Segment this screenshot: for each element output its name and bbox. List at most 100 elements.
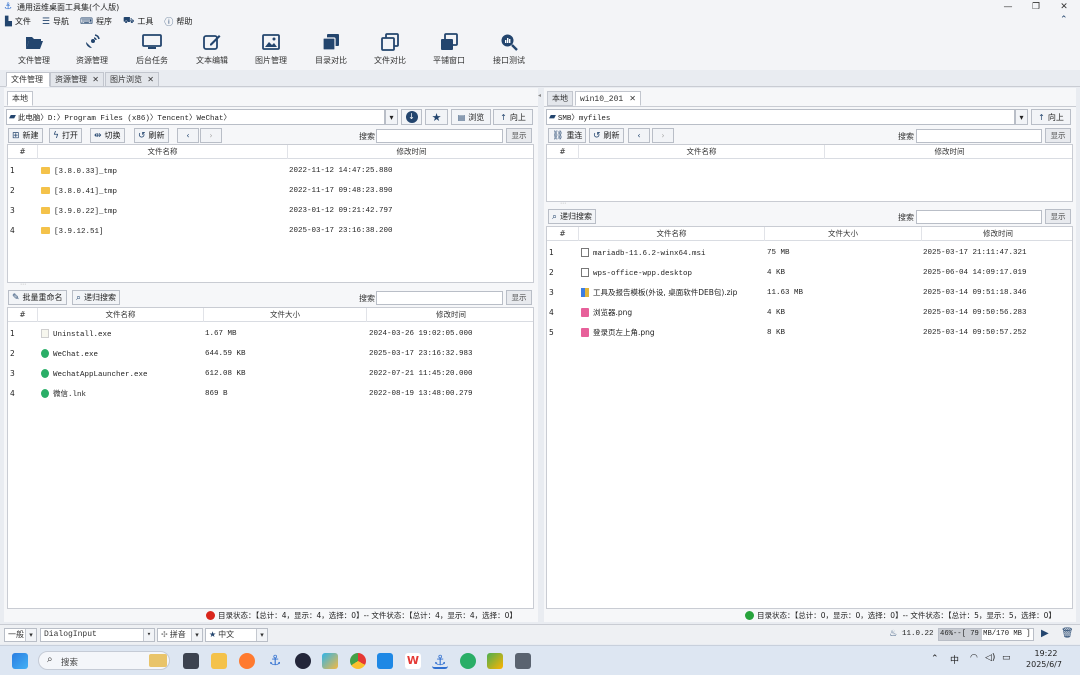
batch-rename-button[interactable]: ✎ 批量重命名 (8, 290, 67, 305)
left-path-bar[interactable]: ▰ 此电脑〉D:〉Program Files (x86)〉Tencent〉WeC… (6, 109, 385, 125)
trash-icon[interactable]: 🗑 (1061, 628, 1074, 639)
open-button[interactable]: ϟ 打开 (49, 128, 82, 143)
input-type-select[interactable]: DialogInput ▾ (40, 628, 155, 642)
right-tab-local[interactable]: 本地 (547, 91, 573, 106)
wps-icon[interactable]: W (405, 653, 421, 669)
column-header[interactable]: 修改时间 (825, 145, 1072, 159)
windows-start-icon[interactable] (12, 653, 28, 669)
close-tab-icon[interactable]: ✕ (629, 92, 636, 105)
reconnect-button[interactable]: ⛓ 重连 (548, 128, 587, 143)
column-header[interactable]: 文件名称 (38, 308, 204, 322)
recursive-search-button[interactable]: ⌕ 递归搜索 (548, 209, 597, 224)
menu-help[interactable]: ⓘ 帮助 (164, 15, 192, 28)
file-explorer-icon[interactable] (211, 653, 227, 669)
toolbar-text-editor[interactable]: 文本编辑 (184, 33, 240, 67)
up-button[interactable]: ↑ 向上 (1031, 109, 1071, 125)
table-row[interactable]: 4 微信.lnk 869 B 2022-08-19 13:48:00.279 (8, 384, 533, 404)
recursive-search-button[interactable]: ⌕ 递归搜索 (72, 290, 121, 305)
language-select[interactable]: ★ 中文 ▾ (205, 628, 268, 642)
column-header[interactable]: # (547, 145, 579, 159)
toolbar-tile-windows[interactable]: 平铺窗口 (421, 33, 477, 67)
chevron-up-icon[interactable]: ⌃ (931, 654, 939, 664)
column-header[interactable]: # (8, 145, 38, 159)
table-row[interactable]: 3 工具及报告模板(外设, 桌面软件DEB包).zip 11.63 MB 202… (547, 283, 1072, 303)
firefox-icon[interactable] (239, 653, 255, 669)
splitter-handle[interactable]: ⋯ (560, 201, 566, 207)
new-button[interactable]: ⊞ 新建 (8, 128, 43, 143)
collapse-ribbon-icon[interactable]: ⌃ (1060, 15, 1068, 25)
file-search-input[interactable] (916, 210, 1042, 224)
back-button[interactable]: ‹ (177, 128, 199, 143)
battery-icon[interactable]: ▭ (1002, 653, 1011, 663)
toolbar-background-tasks[interactable]: 后台任务 (124, 33, 180, 67)
play-icon[interactable]: ▶ (1041, 628, 1049, 639)
forward-button[interactable]: › (200, 128, 222, 143)
tab-file-manager[interactable]: 文件管理 (6, 72, 50, 87)
task-view-icon[interactable] (183, 653, 199, 669)
download-button[interactable]: ↓ (401, 109, 422, 125)
anchor-app-icon[interactable]: ⚓ (267, 653, 283, 669)
column-header[interactable]: 修改时间 (288, 145, 533, 159)
table-row[interactable]: 4 浏览器.png 4 KB 2025-03-14 09:50:56.283 (547, 303, 1072, 323)
maximize-button[interactable]: ❐ (1022, 0, 1050, 14)
left-tab-local[interactable]: 本地 (7, 91, 33, 106)
table-row[interactable]: 1 Uninstall.exe 1.67 MB 2024-03-26 19:02… (8, 324, 533, 344)
table-row[interactable]: 3 [3.9.0.22]_tmp 2023-01-12 09:21:42.797 (8, 201, 533, 221)
close-tab-icon[interactable]: ✕ (147, 73, 154, 86)
table-row[interactable]: 2 wps-office-wpp.desktop 4 KB 2025-06-04… (547, 263, 1072, 283)
memory-bar[interactable]: 46%--[ 79 MB/170 MB ] (938, 628, 1034, 641)
toolbar-file-manager[interactable]: 文件管理 (6, 33, 62, 67)
up-button[interactable]: ↑ 向上 (493, 109, 533, 125)
input-mode-select[interactable]: ✣ 拼音 ▾ (157, 628, 203, 642)
menu-tools[interactable]: ⛟ 工具 (123, 16, 153, 27)
close-button[interactable]: ✕ (1050, 0, 1078, 14)
close-tab-icon[interactable]: ✕ (92, 73, 99, 86)
show-button[interactable]: 显示 (1045, 209, 1071, 224)
table-row[interactable]: 2 WeChat.exe 644.59 KB 2025-03-17 23:16:… (8, 344, 533, 364)
table-row[interactable]: 1 [3.8.0.33]_tmp 2022-11-12 14:47:25.880 (8, 161, 533, 181)
dir-search-input[interactable] (916, 129, 1042, 143)
app-icon[interactable] (487, 653, 503, 669)
clock-date[interactable]: 2025/6/7 (1022, 660, 1066, 669)
volume-icon[interactable]: ◁) (985, 653, 995, 663)
toolbar-file-compare[interactable]: 文件对比 (362, 33, 418, 67)
column-header[interactable]: 文件大小 (204, 308, 367, 322)
menu-program[interactable]: ⌨ 程序 (80, 16, 112, 27)
column-header[interactable]: 文件名称 (38, 145, 288, 159)
refresh-button[interactable]: ↺ 刷新 (134, 128, 169, 143)
browse-button[interactable]: ▤ 浏览 (451, 109, 491, 125)
level-select[interactable]: 一般 ▾ (4, 628, 37, 642)
path-history-dropdown[interactable]: ▾ (1015, 109, 1028, 125)
show-button[interactable]: 显示 (506, 128, 532, 143)
switch-button[interactable]: ⇹ 切换 (90, 128, 125, 143)
column-header[interactable]: # (547, 227, 579, 241)
app-icon[interactable] (515, 653, 531, 669)
toolbar-resource-manager[interactable]: 资源管理 (64, 33, 120, 67)
toolbar-image-manager[interactable]: 图片管理 (243, 33, 299, 67)
wifi-icon[interactable]: ◠ (970, 653, 978, 663)
pane-splitter[interactable]: ◂ (538, 92, 541, 99)
back-button[interactable]: ‹ (628, 128, 650, 143)
wechat-taskbar-icon[interactable] (460, 653, 476, 669)
right-tab-remote[interactable]: win10_201 ✕ (575, 91, 641, 106)
column-header[interactable]: 文件大小 (765, 227, 922, 241)
table-row[interactable]: 4 [3.9.12.51] 2025-03-17 23:16:38.200 (8, 221, 533, 241)
clock-time[interactable]: 19:22 (1030, 649, 1062, 658)
column-header[interactable]: # (8, 308, 38, 322)
table-row[interactable]: 2 [3.8.0.41]_tmp 2022-11-17 09:48:23.890 (8, 181, 533, 201)
show-button[interactable]: 显示 (506, 290, 532, 305)
toolbar-api-test[interactable]: 接口测试 (481, 33, 537, 67)
table-row[interactable]: 1 mariadb-11.6.2-winx64.msi 75 MB 2025-0… (547, 243, 1072, 263)
menu-file[interactable]: ▙ 文件 (5, 16, 31, 27)
tab-image-browse[interactable]: 图片浏览 ✕ (105, 72, 159, 87)
chrome-icon[interactable] (350, 653, 366, 669)
column-header[interactable]: 文件名称 (579, 227, 765, 241)
app-icon[interactable] (322, 653, 338, 669)
taskbar-search[interactable]: ⌕ 搜索 (38, 651, 170, 670)
ime-indicator[interactable]: 中 (950, 653, 959, 666)
dir-search-input[interactable] (376, 129, 503, 143)
toolbar-dir-compare[interactable]: 目录对比 (303, 33, 359, 67)
splitter-handle[interactable]: ⋯ (20, 282, 26, 288)
tab-resource-manager[interactable]: 资源管理 ✕ (50, 72, 104, 87)
column-header[interactable]: 修改时间 (922, 227, 1072, 241)
